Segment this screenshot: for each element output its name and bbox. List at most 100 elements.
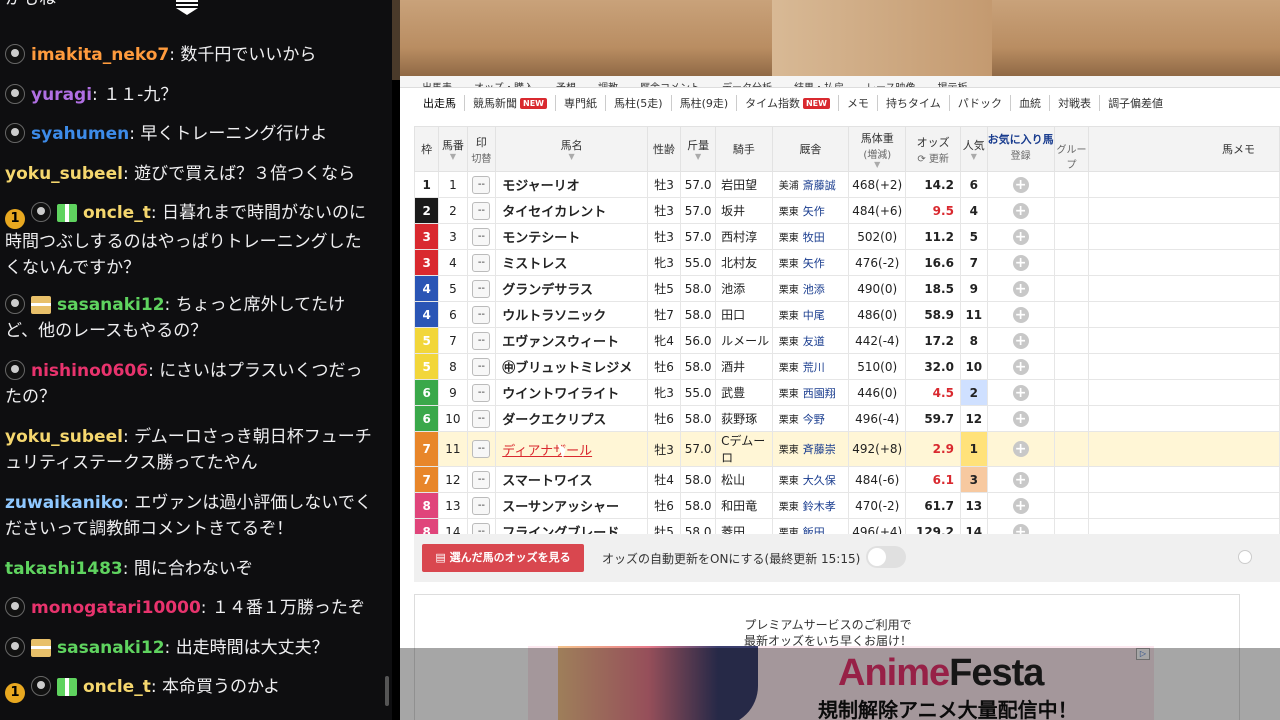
subnav-item[interactable]: 馬柱(9走) — [672, 95, 738, 111]
stable-cell[interactable]: 美浦 斎藤誠 — [771, 171, 850, 198]
jockey-link[interactable]: Cデムーロ — [715, 431, 773, 467]
add-favorite-icon[interactable]: + — [1012, 497, 1029, 514]
jockey-link[interactable]: 北村友 — [715, 249, 773, 276]
horse-name-link[interactable]: モンテシート — [495, 223, 648, 250]
horse-name-link[interactable]: スーサンアッシャー — [495, 492, 648, 519]
subnav-item[interactable]: タイム指数 NEW — [737, 95, 839, 111]
chat-username[interactable]: oncle_t — [83, 203, 151, 223]
stable-cell[interactable]: 栗東 今野 — [771, 405, 850, 432]
add-favorite-icon[interactable]: + — [1012, 228, 1029, 245]
stable-cell[interactable]: 栗東 友道 — [771, 327, 850, 354]
jockey-link[interactable]: ルメール — [715, 327, 773, 354]
memo-cell[interactable] — [1088, 466, 1280, 493]
fav-register-cell[interactable]: + — [986, 466, 1055, 493]
jockey-link[interactable]: 池添 — [715, 275, 773, 302]
stable-cell[interactable]: 栗東 鈴木孝 — [771, 492, 850, 519]
horse-name-link[interactable]: タイセイカレント — [495, 197, 648, 224]
mark-selector[interactable]: -- — [472, 253, 491, 272]
subnav-item[interactable]: 血統 — [1011, 95, 1051, 111]
memo-cell[interactable] — [1088, 379, 1280, 406]
fav-register-cell[interactable]: + — [986, 405, 1055, 432]
col-mark[interactable]: 印切替 — [466, 126, 497, 172]
subnav-item[interactable]: メモ — [839, 95, 878, 111]
horse-name-link[interactable]: ㊥ブリュットミレジメ — [495, 353, 648, 380]
stable-cell[interactable]: 栗東 荒川 — [771, 353, 850, 380]
mark-cell[interactable]: -- — [466, 223, 497, 250]
horse-name-link[interactable]: エヴァンスウィート — [495, 327, 648, 354]
chat-username[interactable]: sasanaki12 — [57, 638, 165, 658]
mark-cell[interactable]: -- — [466, 327, 497, 354]
memo-cell[interactable] — [1088, 492, 1280, 519]
mark-selector[interactable]: -- — [472, 440, 491, 458]
main-tab[interactable]: 調教 — [598, 84, 618, 88]
mark-selector[interactable]: -- — [472, 496, 491, 515]
memo-cell[interactable] — [1088, 223, 1280, 250]
jockey-link[interactable]: 荻野琢 — [715, 405, 773, 432]
add-favorite-icon[interactable]: + — [1012, 202, 1029, 219]
memo-cell[interactable] — [1088, 431, 1280, 467]
chat-username[interactable]: nishino0606 — [31, 361, 148, 381]
mark-cell[interactable]: -- — [466, 171, 497, 198]
memo-cell[interactable] — [1088, 275, 1280, 302]
mark-cell[interactable]: -- — [466, 301, 497, 328]
chat-username[interactable]: syahumen — [31, 124, 129, 144]
add-favorite-icon[interactable]: + — [1012, 332, 1029, 349]
fav-register-cell[interactable]: + — [986, 327, 1055, 354]
horse-name-link[interactable]: ダークエクリプス — [495, 405, 648, 432]
main-tab[interactable]: データ分析 — [722, 84, 772, 88]
fav-register-cell[interactable]: + — [986, 301, 1055, 328]
add-favorite-icon[interactable]: + — [1012, 176, 1029, 193]
horse-name-link[interactable]: グランデサラス — [495, 275, 648, 302]
chat-username[interactable]: yuragi — [31, 85, 92, 105]
mark-selector[interactable]: -- — [472, 409, 491, 428]
memo-cell[interactable] — [1088, 353, 1280, 380]
chat-username[interactable]: zuwaikaniko — [5, 493, 123, 513]
jockey-link[interactable]: 和田竜 — [715, 492, 773, 519]
main-tab[interactable]: 厩舎コメント — [640, 84, 700, 88]
horse-name-link[interactable]: ウルトラソニック — [495, 301, 648, 328]
fav-register-cell[interactable]: + — [986, 197, 1055, 224]
mark-selector[interactable]: -- — [472, 175, 491, 194]
add-favorite-icon[interactable]: + — [1012, 410, 1029, 427]
chat-scroll-top-icon[interactable] — [176, 0, 198, 16]
subnav-item[interactable]: 競馬新聞 NEW — [465, 95, 556, 111]
horse-name-link[interactable]: スマートワイス — [495, 466, 648, 493]
mark-cell[interactable]: -- — [466, 379, 497, 406]
add-favorite-icon[interactable]: + — [1012, 254, 1029, 271]
stable-cell[interactable]: 栗東 西園翔 — [771, 379, 850, 406]
chat-username[interactable]: imakita_neko7 — [31, 45, 169, 65]
stable-cell[interactable]: 栗東 矢作 — [771, 197, 850, 224]
subnav-item[interactable]: パドック — [950, 95, 1012, 111]
mark-selector[interactable]: -- — [472, 383, 491, 402]
mark-selector[interactable]: -- — [472, 470, 491, 489]
subnav-item[interactable]: 馬柱(5走) — [606, 95, 672, 111]
mark-cell[interactable]: -- — [466, 275, 497, 302]
subnav-item[interactable]: 対戦表 — [1050, 95, 1101, 111]
add-favorite-icon[interactable]: + — [1012, 384, 1029, 401]
chat-username[interactable]: oncle_t — [83, 677, 151, 697]
chat-username[interactable]: monogatari10000 — [31, 598, 201, 618]
mark-selector[interactable]: -- — [472, 227, 491, 246]
main-tab[interactable]: 掲示板 — [938, 84, 968, 88]
fav-register-cell[interactable]: + — [986, 275, 1055, 302]
jockey-link[interactable]: 坂井 — [715, 197, 773, 224]
memo-cell[interactable] — [1088, 301, 1280, 328]
stable-cell[interactable]: 栗東 大久保 — [771, 466, 850, 493]
add-favorite-icon[interactable]: + — [1012, 358, 1029, 375]
mark-cell[interactable]: -- — [466, 197, 497, 224]
add-favorite-icon[interactable]: + — [1012, 441, 1029, 457]
auto-update-toggle[interactable] — [866, 546, 906, 568]
add-favorite-icon[interactable]: + — [1012, 306, 1029, 323]
jockey-link[interactable]: 田口 — [715, 301, 773, 328]
fav-register-cell[interactable]: + — [986, 353, 1055, 380]
chat-scrollbar[interactable] — [385, 676, 389, 706]
subnav-item[interactable]: 持ちタイム — [878, 95, 950, 111]
horse-name-link[interactable]: ディアナザール — [495, 431, 648, 467]
mark-selector[interactable]: -- — [472, 331, 491, 350]
memo-cell[interactable] — [1088, 249, 1280, 276]
fav-register-cell[interactable]: + — [986, 492, 1055, 519]
main-tab[interactable]: 結果・払戻 — [794, 84, 844, 88]
fav-register-cell[interactable]: + — [986, 249, 1055, 276]
stable-cell[interactable]: 栗東 中尾 — [771, 301, 850, 328]
mark-cell[interactable]: -- — [466, 492, 497, 519]
